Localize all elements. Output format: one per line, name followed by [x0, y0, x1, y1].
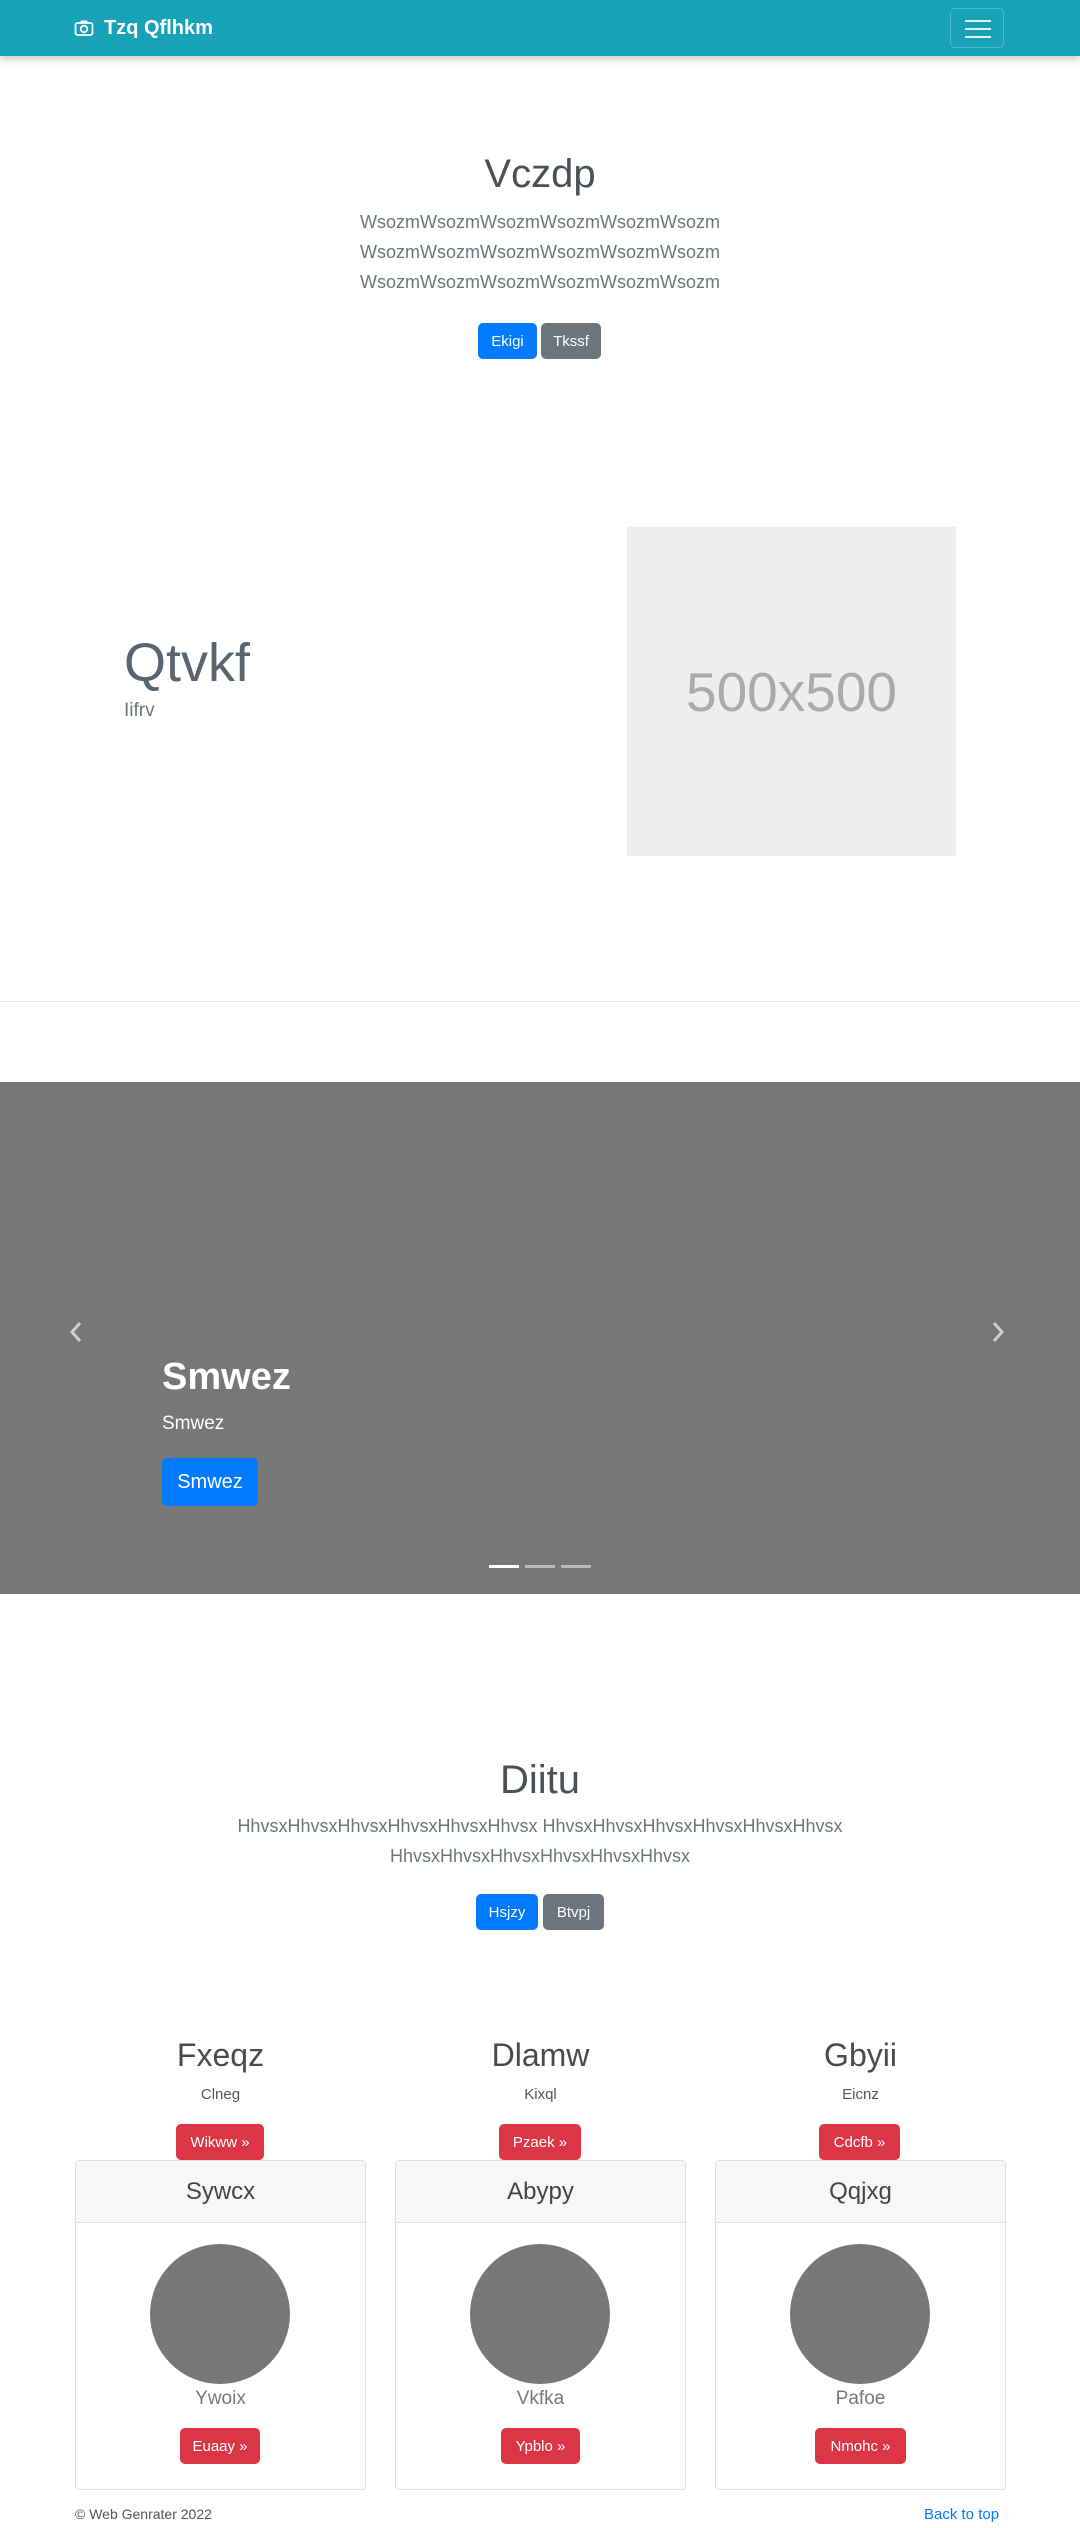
column-button[interactable]: Pzaek » — [499, 2124, 581, 2160]
section-primary-button[interactable]: Hsjzy — [476, 1894, 538, 1930]
card-button[interactable]: Euaay » — [180, 2428, 260, 2464]
column-text: Kixql — [524, 2086, 557, 2103]
card-text: Pafoe — [835, 2388, 886, 2409]
image-placeholder-label: 500x500 — [685, 660, 898, 723]
navbar-brand[interactable]: Tzq Qflhkm — [74, 0, 213, 56]
navbar-toggler-button[interactable] — [950, 8, 1004, 48]
card-button[interactable]: Nmohc » — [815, 2428, 906, 2464]
featurette-divider — [0, 1001, 1080, 1002]
carousel-next-button[interactable] — [990, 1319, 1006, 1351]
carousel-indicator-active[interactable] — [489, 1565, 519, 1568]
brand-label: Tzq Qflhkm — [104, 16, 213, 39]
carousel-indicator[interactable] — [561, 1565, 591, 1568]
hero-lead-line: WsozmWsozmWsozmWsozmWsozmWsozm — [360, 272, 720, 292]
carousel-caption-button[interactable]: Smwez — [162, 1458, 258, 1506]
chevron-right-icon — [992, 1322, 1005, 1342]
back-to-top-link[interactable]: Back to top — [924, 2506, 999, 2523]
card-avatar — [790, 2244, 930, 2384]
carousel-caption-text: Smwez — [162, 1413, 225, 1434]
section-lead-line: HhvsxHhvsxHhvsxHhvsxHhvsxHhvsx HhvsxHhvs… — [237, 1816, 843, 1836]
card-header: Abypy — [396, 2161, 685, 2223]
featurette-heading: Qtvkf — [124, 633, 251, 693]
carousel — [0, 1082, 1080, 1594]
card-header: Qqjxg — [716, 2161, 1005, 2223]
card: Sywcx Ywoix Euaay » — [75, 2160, 366, 2490]
camera-icon — [74, 20, 94, 36]
hero-lead-line: WsozmWsozmWsozmWsozmWsozmWsozm — [360, 242, 720, 262]
hero-lead-line: WsozmWsozmWsozmWsozmWsozmWsozm — [360, 212, 720, 232]
column-heading: Gbyii — [824, 2037, 897, 2073]
featurette-image-placeholder: 500x500 — [627, 527, 956, 856]
column-heading: Fxeqz — [176, 2037, 265, 2073]
column-button[interactable]: Cdcfb » — [819, 2124, 900, 2160]
column-button[interactable]: Wikww » — [176, 2124, 264, 2160]
card-header: Sywcx — [76, 2161, 365, 2223]
card-text: Ywoix — [195, 2388, 246, 2409]
column-text: Clneg — [200, 2086, 241, 2103]
carousel-prev-button[interactable] — [68, 1319, 84, 1351]
featurette-subheading: Iifrv — [124, 700, 155, 721]
column-text: Eicnz — [842, 2086, 879, 2103]
hero-primary-button[interactable]: Ekigi — [478, 323, 537, 359]
card-button[interactable]: Ypblo » — [501, 2428, 580, 2464]
section-title: Diitu — [499, 1758, 581, 1802]
card-avatar — [150, 2244, 290, 2384]
carousel-caption-title: Smwez — [162, 1356, 291, 1398]
card: Qqjxg Pafoe Nmohc » — [715, 2160, 1006, 2490]
hero-secondary-button[interactable]: Tkssf — [541, 323, 601, 359]
card: Abypy Vkfka Ypblo » — [395, 2160, 686, 2490]
footer-copyright: © Web Genrater 2022 — [75, 2506, 212, 2522]
navbar: Tzq Qflhkm — [0, 0, 1080, 56]
carousel-indicator[interactable] — [525, 1565, 555, 1568]
column-heading: Dlamw — [491, 2037, 590, 2073]
section-lead-line: HhvsxHhvsxHhvsxHhvsxHhvsxHhvsx — [389, 1846, 691, 1866]
section-secondary-button[interactable]: Btvpj — [543, 1894, 604, 1930]
hero-title: Vczdp — [484, 152, 596, 196]
card-avatar — [470, 2244, 610, 2384]
card-text: Vkfka — [516, 2388, 565, 2409]
back-to-top-label[interactable]: Back to top — [924, 2506, 999, 2523]
chevron-left-icon — [69, 1322, 82, 1342]
